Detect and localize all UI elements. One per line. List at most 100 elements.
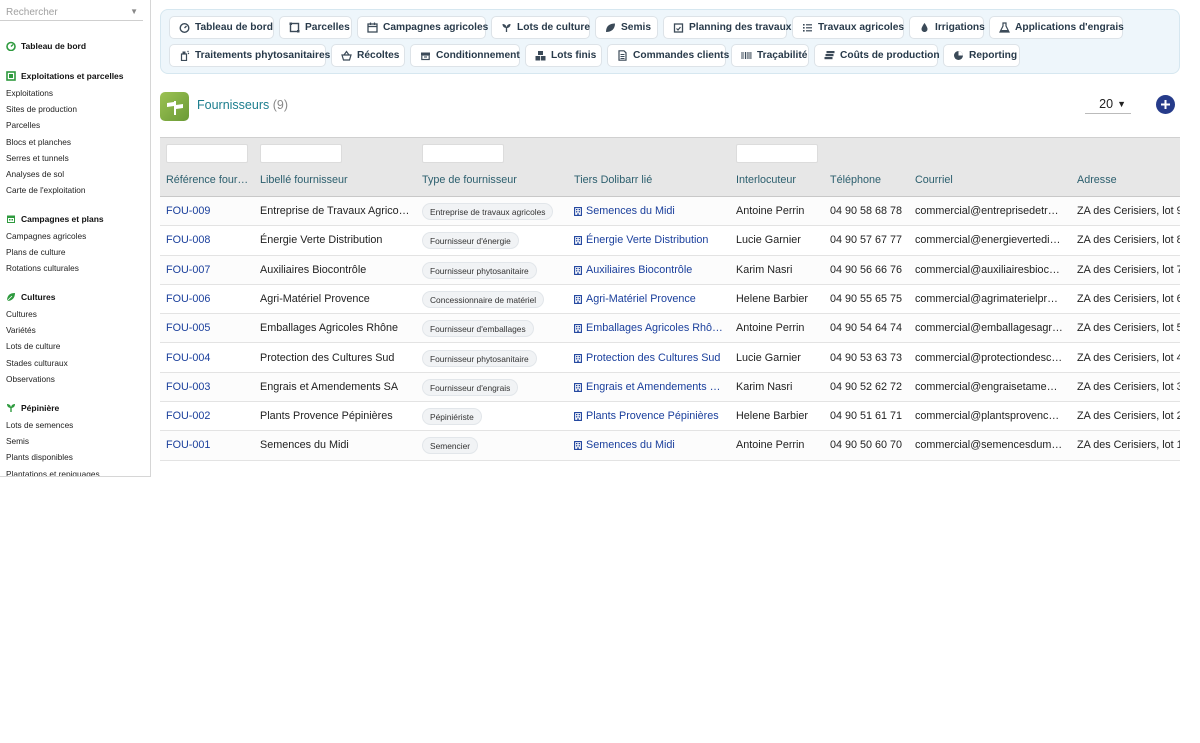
supplier-label: Emballages Agricoles Rhône <box>260 322 399 335</box>
nav-campagnes-agricoles[interactable]: Campagnes agricoles <box>357 16 488 39</box>
sidebar-item-lots-semences[interactable]: Lots de semences <box>0 417 150 433</box>
sidebar-group-title[interactable]: Tableau de bord <box>0 39 150 53</box>
sidebar-item-varietes[interactable]: Variétés <box>0 322 150 338</box>
supplier-reference-link[interactable]: FOU-002 <box>166 402 250 431</box>
column-header-tiers[interactable]: Tiers Dolibarr lié <box>574 174 724 186</box>
sidebar-group-dashboard: Tableau de bord <box>0 39 150 53</box>
table-row[interactable]: FOU-006 Agri-Matériel Provence Concessionn… <box>160 284 1180 315</box>
table-row[interactable]: FOU-008 Énergie Verte Distribution Fournis… <box>160 226 1180 256</box>
supplier-reference-link[interactable]: FOU-001 <box>166 431 250 460</box>
sidebar-item-sites[interactable]: Sites de production <box>0 101 150 117</box>
linked-thirdparty-link[interactable]: Énergie Verte Distribution <box>574 226 724 255</box>
linked-thirdparty-link[interactable]: Agri-Matériel Provence <box>574 285 724 314</box>
address: ZA des Cerisiers, lot 2 <box>1077 410 1180 423</box>
search-input[interactable] <box>0 3 120 22</box>
supplier-type-badge: Fournisseur d'emballages <box>422 320 534 338</box>
sidebar-item-stades[interactable]: Stades culturaux <box>0 355 150 371</box>
supplier-type-badge: Pépiniériste <box>422 408 482 426</box>
linked-thirdparty-link[interactable]: Plants Provence Pépinières <box>574 402 724 431</box>
table-row[interactable]: FOU-002 Plants Provence Pépinières Pépinié… <box>160 402 1180 432</box>
column-header-courriel[interactable]: Courriel <box>915 174 1065 186</box>
sidebar-item-lots-culture[interactable]: Lots de culture <box>0 338 150 354</box>
column-header-type[interactable]: Type de fournisseur <box>422 174 567 186</box>
nav-lots-de-culture[interactable]: Lots de culture <box>491 16 590 39</box>
supplier-reference-link[interactable]: FOU-008 <box>166 226 250 255</box>
document-icon <box>617 50 628 61</box>
sidebar-item-exploitations[interactable]: Exploitations <box>0 85 150 101</box>
table-row[interactable]: FOU-007 Auxiliaires Biocontrôle Fournisseu… <box>160 255 1180 285</box>
sidebar-item-blocs[interactable]: Blocs et planches <box>0 134 150 150</box>
table-row[interactable]: FOU-005 Emballages Agricoles Rhône Fournis… <box>160 314 1180 344</box>
nav-recoltes[interactable]: Récoltes <box>331 44 405 67</box>
sidebar-item-carte[interactable]: Carte de l'exploitation <box>0 182 150 198</box>
nav-tableau-de-bord[interactable]: Tableau de bord <box>169 16 274 39</box>
supplier-reference-link[interactable]: FOU-004 <box>166 344 250 373</box>
nav-travaux-agricoles[interactable]: Travaux agricoles <box>792 16 904 39</box>
plant-sign-icon <box>166 100 183 115</box>
add-button[interactable] <box>1156 95 1175 114</box>
linked-thirdparty-link[interactable]: Emballages Agricoles Rhône <box>574 314 724 343</box>
sidebar-item-parcelles[interactable]: Parcelles <box>0 117 150 133</box>
table-row[interactable]: FOU-004 Protection des Cultures Sud Fourni… <box>160 343 1180 373</box>
nav-planning-des-travaux[interactable]: Planning des travaux <box>663 16 791 39</box>
column-header-libelle[interactable]: Libellé fournisseur <box>260 174 410 186</box>
nav-reporting[interactable]: Reporting <box>943 44 1020 67</box>
linked-thirdparty-link[interactable]: Engrais et Amendements SA <box>574 373 724 402</box>
column-header-adresse[interactable]: Adresse <box>1077 174 1180 186</box>
table-row[interactable]: FOU-009 Entreprise de Travaux Agricoles En… <box>160 197 1180 227</box>
nav-parcelles[interactable]: Parcelles <box>279 16 352 39</box>
table-row[interactable]: FOU-001 Semences du Midi Semencier Semences… <box>160 431 1180 461</box>
supplier-label: Protection des Cultures Sud <box>260 351 395 364</box>
sidebar-group-title[interactable]: Campagnes et plans <box>0 212 150 226</box>
filter-input-libelle[interactable] <box>260 144 342 163</box>
supplier-reference-link[interactable]: FOU-006 <box>166 285 250 314</box>
supplier-reference-link[interactable]: FOU-005 <box>166 314 250 343</box>
nav-commandes-clients[interactable]: Commandes clients <box>607 44 729 67</box>
linked-thirdparty-link[interactable]: Auxiliaires Biocontrôle <box>574 256 724 285</box>
supplier-label: Entreprise de Travaux Agricoles <box>260 205 410 217</box>
sidebar-item-rotations[interactable]: Rotations culturales <box>0 260 150 276</box>
filter-input-interlocuteur[interactable] <box>736 144 818 163</box>
column-header-reference[interactable]: Référence fournisseur <box>166 174 250 186</box>
email-address: commercial@semencesdumidi.fr <box>915 439 1063 452</box>
nav-couts-de-production[interactable]: Coûts de production <box>814 44 940 67</box>
sidebar-item-campagnes[interactable]: Campagnes agricoles <box>0 228 150 244</box>
table-row[interactable]: FOU-003 Engrais et Amendements SA Fourniss… <box>160 372 1180 403</box>
nav-irrigations[interactable]: Irrigations <box>909 16 985 39</box>
filter-input-type[interactable] <box>422 144 504 163</box>
chevron-down-icon[interactable]: ▼ <box>130 7 138 16</box>
nav-traitements-phytosanitaires[interactable]: Traitements phytosanitaires <box>169 44 330 67</box>
supplier-reference-link[interactable]: FOU-007 <box>166 256 250 285</box>
supplier-label: Semences du Midi <box>260 439 349 452</box>
sidebar-group-title[interactable]: Exploitations et parcelles <box>0 69 150 83</box>
sidebar-item-serres[interactable]: Serres et tunnels <box>0 150 150 166</box>
sidebar-item-cultures[interactable]: Cultures <box>0 306 150 322</box>
nav-lots-finis[interactable]: Lots finis <box>525 44 602 67</box>
sidebar-item-plans[interactable]: Plans de culture <box>0 244 150 260</box>
sidebar-item-observations[interactable]: Observations <box>0 371 150 387</box>
sidebar-item-plantations[interactable]: Plantations et repiquages <box>0 466 150 476</box>
sidebar-item-plants[interactable]: Plants disponibles <box>0 449 150 465</box>
filter-input-reference[interactable] <box>166 144 248 163</box>
supplier-reference-link[interactable]: FOU-003 <box>166 373 250 402</box>
linked-thirdparty-link[interactable]: Semences du Midi <box>574 197 724 226</box>
column-header-telephone[interactable]: Téléphone <box>830 174 908 186</box>
supplier-reference-link[interactable]: FOU-009 <box>166 197 250 226</box>
contact-name: Antoine Perrin <box>736 322 805 335</box>
sidebar-group-title[interactable]: Pépinière <box>0 401 150 415</box>
sidebar-item-semis[interactable]: Semis <box>0 433 150 449</box>
sidebar-group-title[interactable]: Cultures <box>0 290 150 304</box>
column-header-interlocuteur[interactable]: Interlocuteur <box>736 174 821 186</box>
nav-applications-engrais[interactable]: Applications d'engrais <box>989 16 1124 39</box>
linked-thirdparty-link[interactable]: Semences du Midi <box>574 431 724 460</box>
sidebar-item-analyses[interactable]: Analyses de sol <box>0 166 150 182</box>
linked-thirdparty-link[interactable]: Protection des Cultures Sud <box>574 344 724 373</box>
phone-number: 04 90 54 64 74 <box>830 322 903 335</box>
nav-tracabilite[interactable]: Traçabilité <box>731 44 809 67</box>
nav-conditionnement[interactable]: Conditionnement <box>410 44 520 67</box>
address: ZA des Cerisiers, lot 4 <box>1077 351 1180 364</box>
sidebar-search[interactable]: ▼ <box>0 2 143 22</box>
chevron-down-icon: ▼ <box>1117 98 1126 109</box>
nav-semis[interactable]: Semis <box>595 16 658 39</box>
page-size-select[interactable]: 20 ▼ <box>1085 94 1131 114</box>
